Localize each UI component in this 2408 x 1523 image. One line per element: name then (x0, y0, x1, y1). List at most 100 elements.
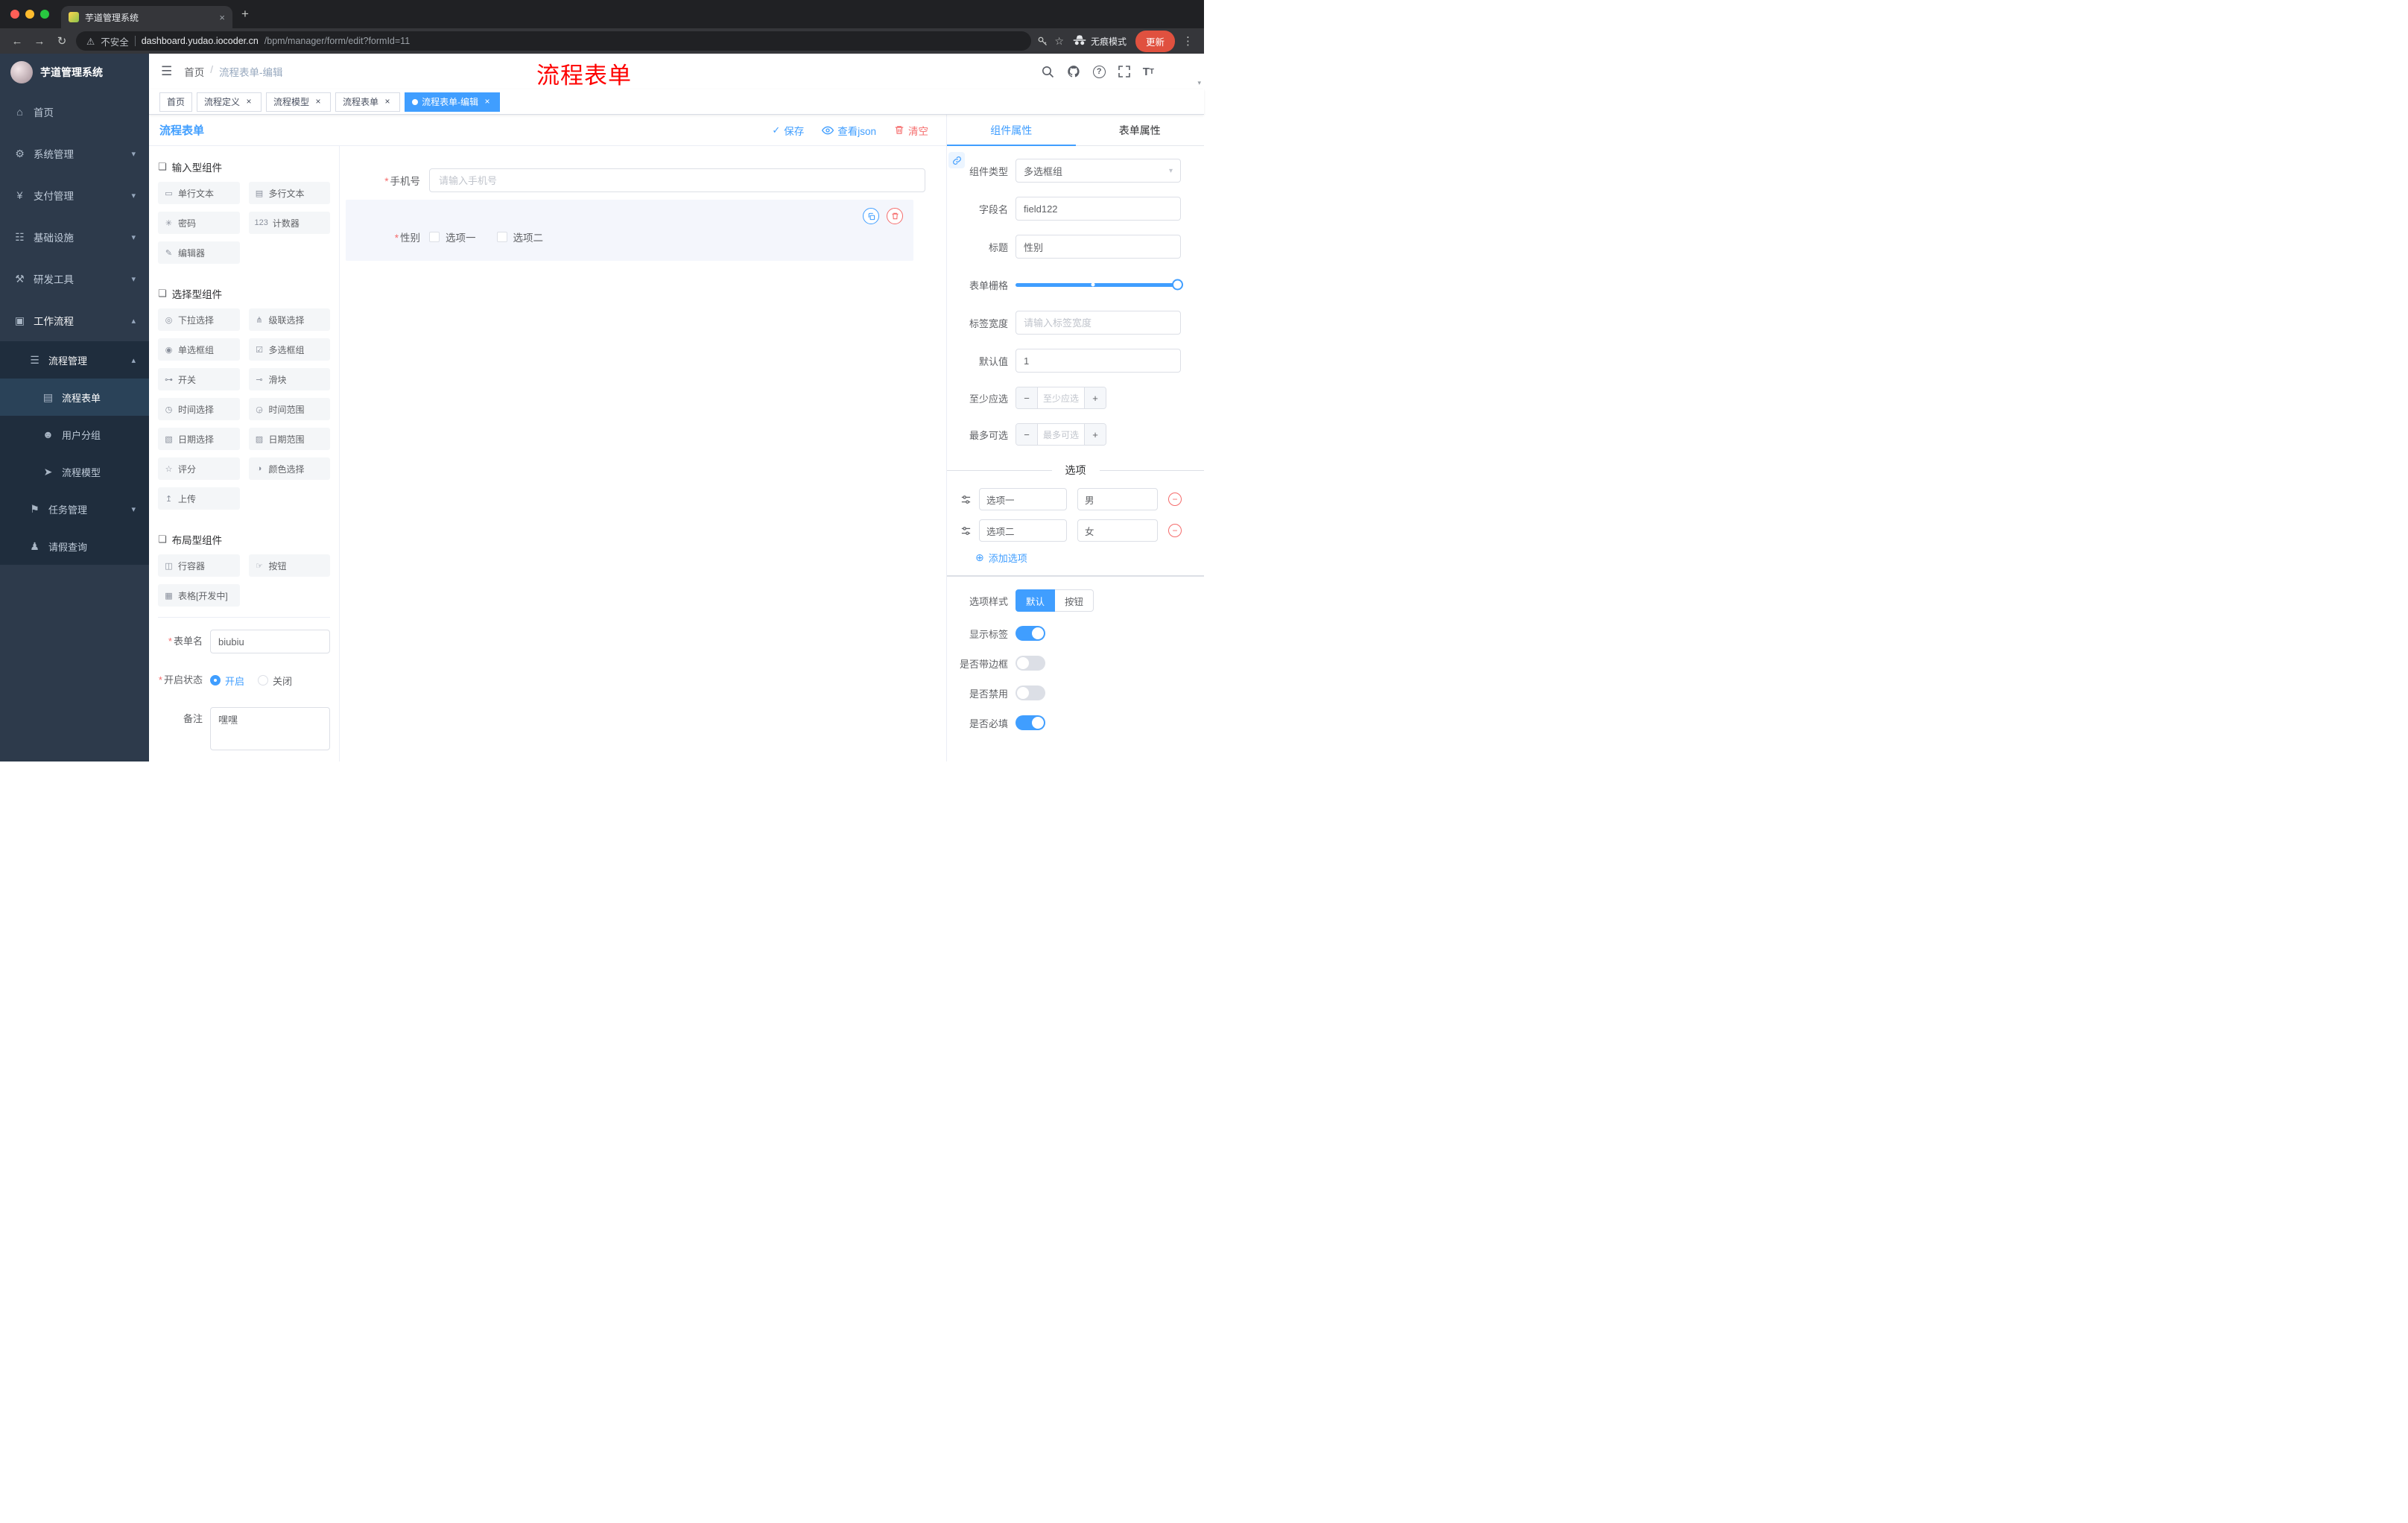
component-cascader[interactable]: ⋔ 级联选择 (248, 308, 330, 331)
component-multi-line-text[interactable]: ▤ 多行文本 (248, 182, 330, 204)
component-table[interactable]: ▦ 表格[开发中] (158, 584, 240, 607)
tag-process-model[interactable]: 流程模型 × (266, 92, 332, 112)
user-avatar[interactable]: ▾ (1167, 59, 1201, 86)
tab-component-props[interactable]: 组件属性 (947, 115, 1076, 146)
delete-widget-button[interactable] (887, 208, 903, 224)
back-icon[interactable]: ← (9, 35, 25, 48)
increase-button[interactable]: + (1085, 387, 1106, 408)
tag-process-form-edit[interactable]: 流程表单-编辑 × (405, 92, 501, 112)
show-label-switch[interactable] (1016, 626, 1045, 641)
address-bar[interactable]: ⚠ 不安全 dashboard.yudao.iocoder.cn/bpm/man… (76, 31, 1032, 51)
form-name-input[interactable] (210, 630, 330, 653)
decrease-button[interactable]: − (1016, 424, 1037, 445)
component-time-picker[interactable]: ◷ 时间选择 (158, 398, 240, 420)
option2-name-input[interactable] (979, 519, 1067, 542)
component-password[interactable]: ✳ 密码 (158, 212, 240, 234)
sidebar-item-leave-query[interactable]: ♟ 请假查询 (0, 528, 149, 565)
component-select[interactable]: ◎ 下拉选择 (158, 308, 240, 331)
font-size-icon[interactable]: TT (1143, 66, 1154, 78)
close-icon[interactable]: × (382, 96, 393, 107)
min-select-value[interactable]: 至少应选 (1037, 387, 1085, 408)
tag-process-definition[interactable]: 流程定义 × (197, 92, 262, 112)
forward-icon[interactable]: → (31, 35, 48, 48)
component-switch[interactable]: ⊶ 开关 (158, 368, 240, 390)
remove-option-button[interactable]: − (1168, 493, 1182, 506)
sidebar-item-user-group[interactable]: ☻ 用户分组 (0, 416, 149, 453)
close-icon[interactable]: × (482, 96, 492, 107)
github-icon[interactable] (1067, 65, 1080, 78)
border-switch[interactable] (1016, 656, 1045, 671)
search-icon[interactable] (1042, 66, 1054, 78)
new-tab-button[interactable]: + (241, 7, 249, 22)
option1-name-input[interactable] (979, 488, 1067, 510)
remove-option-button[interactable]: − (1168, 524, 1182, 537)
tag-process-form[interactable]: 流程表单 × (335, 92, 401, 112)
copy-widget-button[interactable] (863, 208, 879, 224)
sidebar-item-workflow[interactable]: ▣ 工作流程 ▴ (0, 300, 149, 341)
component-button[interactable]: ☞ 按钮 (248, 554, 330, 577)
gender-option2-checkbox[interactable]: 选项二 (496, 229, 543, 244)
max-select-value[interactable]: 最多可选 (1037, 424, 1085, 445)
component-date-range[interactable]: ▨ 日期范围 (248, 428, 330, 450)
help-icon[interactable]: ? (1092, 65, 1106, 78)
component-single-line-text[interactable]: ▭ 单行文本 (158, 182, 240, 204)
sidebar-item-process-management[interactable]: ☰ 流程管理 ▴ (0, 341, 149, 379)
sidebar-item-devtools[interactable]: ⚒ 研发工具 ▾ (0, 258, 149, 300)
update-button[interactable]: 更新 (1135, 30, 1175, 52)
selected-gender-widget[interactable]: * 性别 选项一 选项二 (346, 200, 913, 261)
tag-home[interactable]: 首页 (159, 92, 193, 112)
reload-icon[interactable]: ↻ (54, 34, 70, 48)
sidebar-item-payment[interactable]: ¥ 支付管理 ▾ (0, 174, 149, 216)
link-icon[interactable] (948, 152, 965, 168)
close-icon[interactable]: × (313, 96, 323, 107)
component-editor[interactable]: ✎ 编辑器 (158, 241, 240, 264)
fullscreen-icon[interactable] (1118, 66, 1130, 77)
window-zoom-button[interactable] (40, 10, 49, 19)
bookmark-star-icon[interactable]: ☆ (1054, 35, 1064, 48)
hamburger-icon[interactable]: ☰ (161, 64, 172, 79)
browser-tab[interactable]: 芋道管理系统 × (61, 6, 232, 28)
field-name-input[interactable] (1016, 197, 1181, 221)
sidebar-item-process-model[interactable]: ➤ 流程模型 (0, 453, 149, 490)
component-upload[interactable]: ↥ 上传 (158, 487, 240, 510)
breadcrumb-home[interactable]: 首页 (184, 64, 204, 79)
status-on-radio[interactable]: 开启 (210, 674, 244, 688)
sidebar-item-task-management[interactable]: ⚑ 任务管理 ▾ (0, 490, 149, 528)
phone-input[interactable] (429, 168, 925, 192)
sidebar-item-process-form[interactable]: ▤ 流程表单 (0, 379, 149, 416)
save-button[interactable]: ✓ 保存 (772, 123, 804, 138)
disabled-switch[interactable] (1016, 685, 1045, 700)
close-icon[interactable]: × (244, 96, 254, 107)
slider-knob[interactable] (1172, 279, 1183, 291)
sidebar-item-system[interactable]: ⚙ 系统管理 ▾ (0, 133, 149, 174)
sidebar-item-home[interactable]: ⌂ 首页 (0, 91, 149, 133)
default-value-input[interactable] (1016, 349, 1181, 373)
label-width-input[interactable] (1016, 311, 1181, 335)
sidebar-item-infrastructure[interactable]: ☷ 基础设施 ▾ (0, 216, 149, 258)
form-remark-textarea[interactable]: 嘿嘿 (210, 707, 330, 750)
option1-value-input[interactable] (1077, 488, 1158, 510)
title-input[interactable] (1016, 235, 1181, 259)
required-switch[interactable] (1016, 715, 1045, 730)
password-key-icon[interactable] (1037, 36, 1048, 47)
increase-button[interactable]: + (1085, 424, 1106, 445)
clear-button[interactable]: 清空 (894, 123, 928, 138)
status-off-radio[interactable]: 关闭 (258, 674, 292, 688)
component-type-select[interactable]: 多选框组 ▾ (1016, 159, 1181, 183)
component-counter[interactable]: 123 计数器 (248, 212, 330, 234)
gender-option1-checkbox[interactable]: 选项一 (429, 229, 476, 244)
component-time-range[interactable]: ◶ 时间范围 (248, 398, 330, 420)
component-radio-group[interactable]: ◉ 单选框组 (158, 338, 240, 361)
window-close-button[interactable] (10, 10, 19, 19)
option2-value-input[interactable] (1077, 519, 1158, 542)
component-row-container[interactable]: ◫ 行容器 (158, 554, 240, 577)
form-grid-slider[interactable] (1016, 273, 1183, 297)
style-default-button[interactable]: 默认 (1016, 589, 1056, 612)
window-minimize-button[interactable] (25, 10, 34, 19)
view-json-button[interactable]: 查看json (822, 123, 876, 138)
decrease-button[interactable]: − (1016, 387, 1037, 408)
component-checkbox-group[interactable]: ☑ 多选框组 (248, 338, 330, 361)
tab-form-props[interactable]: 表单属性 (1076, 115, 1205, 145)
add-option-button[interactable]: ⊕ 添加选项 (975, 551, 1204, 565)
style-button-button[interactable]: 按钮 (1055, 589, 1094, 612)
